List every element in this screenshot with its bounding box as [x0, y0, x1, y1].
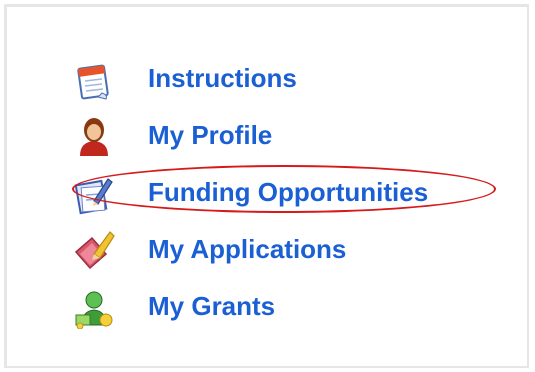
main-menu: Instructions My Profile Funding Opportun… — [72, 50, 428, 335]
pencil-eraser-icon — [72, 227, 136, 273]
menu-item-my-applications[interactable]: My Applications — [72, 221, 428, 278]
document-pencil-icon — [72, 170, 136, 216]
menu-item-label: Funding Opportunities — [148, 177, 429, 207]
money-person-icon — [72, 284, 136, 330]
menu-item-label: Instructions — [148, 63, 297, 93]
person-icon — [72, 113, 136, 159]
menu-item-instructions[interactable]: Instructions — [72, 50, 428, 107]
menu-item-my-grants[interactable]: My Grants — [72, 278, 428, 335]
page: Instructions My Profile Funding Opportun… — [0, 0, 535, 372]
menu-item-my-profile[interactable]: My Profile — [72, 107, 428, 164]
menu-item-funding-opportunities[interactable]: Funding Opportunities — [72, 164, 428, 221]
menu-item-label: My Applications — [148, 234, 347, 264]
menu-item-label: My Profile — [148, 120, 273, 150]
calendar-pad-icon — [72, 56, 136, 102]
menu-item-label: My Grants — [148, 291, 276, 321]
